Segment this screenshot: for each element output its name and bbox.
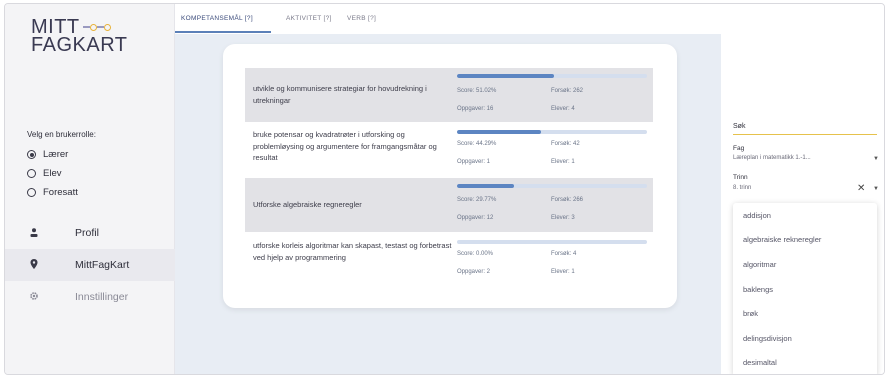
subject-select[interactable]: Læreplan i matematikk 1.-1... bbox=[733, 155, 811, 161]
competence-goals-card: utvikle og kommunisere strategiar for ho… bbox=[223, 44, 677, 308]
nav-item-label: Innstillinger bbox=[75, 291, 129, 303]
subject-label: Fag bbox=[733, 145, 745, 152]
tab-verb[interactable]: VERB [?] bbox=[347, 15, 376, 22]
goal-description: utforske korleis algoritmar kan skapast,… bbox=[253, 241, 452, 262]
search-label: Søk bbox=[733, 123, 746, 130]
goal-students: Elever: 1 bbox=[551, 159, 575, 165]
role-label: Lærer bbox=[43, 149, 69, 160]
goal-students: Elever: 4 bbox=[551, 106, 575, 112]
gear-icon bbox=[27, 291, 41, 303]
grade-topics-dropdown: addisjon algebraiske rekneregler algorit… bbox=[733, 203, 877, 374]
dropdown-option[interactable]: algoritmar bbox=[733, 252, 877, 277]
goal-tasks: Oppgaver: 2 bbox=[457, 269, 491, 275]
dropdown-option[interactable]: delingsdivisjon bbox=[733, 326, 877, 351]
radio-unselected-icon[interactable] bbox=[27, 188, 36, 197]
goal-score: Score: 29.77% bbox=[457, 197, 497, 203]
dropdown-option[interactable]: addisjon bbox=[733, 203, 877, 228]
app-window: MITT FAGKART Velg en brukerrolle: Lærer … bbox=[4, 3, 885, 375]
search-input[interactable] bbox=[733, 134, 877, 135]
score-progress-bar bbox=[457, 184, 647, 188]
sidebar-nav: Profil MittFagKart Innstillinger bbox=[5, 217, 175, 313]
goal-attempts: Forsøk: 4 bbox=[551, 251, 577, 257]
chevron-down-icon[interactable]: ▼ bbox=[873, 156, 879, 162]
goal-row[interactable]: bruke potensar og kvadratrøter i utforsk… bbox=[245, 124, 653, 178]
grade-label: Trinn bbox=[733, 174, 748, 181]
logo-graph-icon bbox=[82, 23, 111, 31]
role-option-elev[interactable]: Elev bbox=[27, 164, 78, 183]
map-pin-icon bbox=[27, 259, 41, 271]
goal-attempts: Forsøk: 266 bbox=[551, 197, 584, 203]
person-icon bbox=[27, 227, 41, 239]
role-option-laerer[interactable]: Lærer bbox=[27, 145, 78, 164]
dropdown-option[interactable]: algebraiske rekneregler bbox=[733, 228, 877, 253]
goal-description: bruke potensar og kvadratrøter i utforsk… bbox=[253, 130, 437, 162]
chevron-down-icon[interactable]: ▼ bbox=[873, 186, 879, 192]
nav-item-label: Profil bbox=[75, 227, 99, 239]
grade-select[interactable]: 8. trinn bbox=[733, 185, 751, 191]
dropdown-option[interactable]: baklengs bbox=[733, 277, 877, 302]
role-select-title: Velg en brukerrolle: bbox=[27, 130, 96, 139]
score-progress-bar bbox=[457, 240, 647, 244]
nav-item-profil[interactable]: Profil bbox=[5, 217, 175, 249]
goal-attempts: Forsøk: 262 bbox=[551, 88, 584, 94]
logo-line-2: FAGKART bbox=[31, 34, 128, 56]
role-label: Foresatt bbox=[43, 187, 78, 198]
goal-attempts: Forsøk: 42 bbox=[551, 141, 580, 147]
dropdown-option[interactable]: brøk bbox=[733, 301, 877, 326]
role-label: Elev bbox=[43, 168, 62, 179]
goal-students: Elever: 3 bbox=[551, 215, 575, 221]
tab-kompetansemal[interactable]: KOMPETANSEMÅL [?] bbox=[181, 15, 253, 22]
radio-selected-icon[interactable] bbox=[27, 150, 36, 159]
radio-unselected-icon[interactable] bbox=[27, 169, 36, 178]
score-progress-bar bbox=[457, 130, 647, 134]
filter-panel: Søk Fag Læreplan i matematikk 1.-1... ▼ … bbox=[721, 4, 884, 374]
goal-row[interactable]: utforske korleis algoritmar kan skapast,… bbox=[245, 234, 653, 288]
goal-description: Utforske algebraiske regneregler bbox=[253, 200, 362, 209]
goal-tasks: Oppgaver: 16 bbox=[457, 106, 494, 112]
clear-icon[interactable]: ✕ bbox=[857, 183, 865, 194]
goal-score: Score: 44.29% bbox=[457, 141, 497, 147]
dropdown-option[interactable]: desimaltal bbox=[733, 351, 877, 374]
app-logo[interactable]: MITT FAGKART bbox=[31, 17, 128, 56]
nav-item-mittfagkart[interactable]: MittFagKart bbox=[5, 249, 175, 281]
nav-item-innstillinger[interactable]: Innstillinger bbox=[5, 281, 175, 313]
goal-score: Score: 0.00% bbox=[457, 251, 494, 257]
main-content: KOMPETANSEMÅL [?] AKTIVITET [?] VERB [?]… bbox=[175, 4, 721, 374]
score-progress-fill bbox=[457, 74, 554, 78]
goal-row[interactable]: utvikle og kommunisere strategiar for ho… bbox=[245, 68, 653, 122]
goal-description: utvikle og kommunisere strategiar for ho… bbox=[253, 84, 427, 105]
goal-score: Score: 51.02% bbox=[457, 88, 497, 94]
active-tab-indicator bbox=[175, 31, 271, 33]
goal-tasks: Oppgaver: 1 bbox=[457, 159, 491, 165]
goal-row[interactable]: Utforske algebraiske regneregler Score: … bbox=[245, 178, 653, 232]
sidebar: MITT FAGKART Velg en brukerrolle: Lærer … bbox=[5, 4, 175, 374]
nav-item-label: MittFagKart bbox=[75, 259, 130, 271]
goal-tasks: Oppgaver: 12 bbox=[457, 215, 494, 221]
tab-aktivitet[interactable]: AKTIVITET [?] bbox=[286, 15, 332, 22]
goal-students: Elever: 1 bbox=[551, 269, 575, 275]
score-progress-fill bbox=[457, 130, 542, 134]
role-radio-group: Lærer Elev Foresatt bbox=[27, 145, 78, 202]
score-progress-fill bbox=[457, 184, 514, 188]
score-progress-bar bbox=[457, 74, 647, 78]
role-option-foresatt[interactable]: Foresatt bbox=[27, 183, 78, 202]
tab-bar: KOMPETANSEMÅL [?] AKTIVITET [?] VERB [?] bbox=[175, 4, 721, 34]
